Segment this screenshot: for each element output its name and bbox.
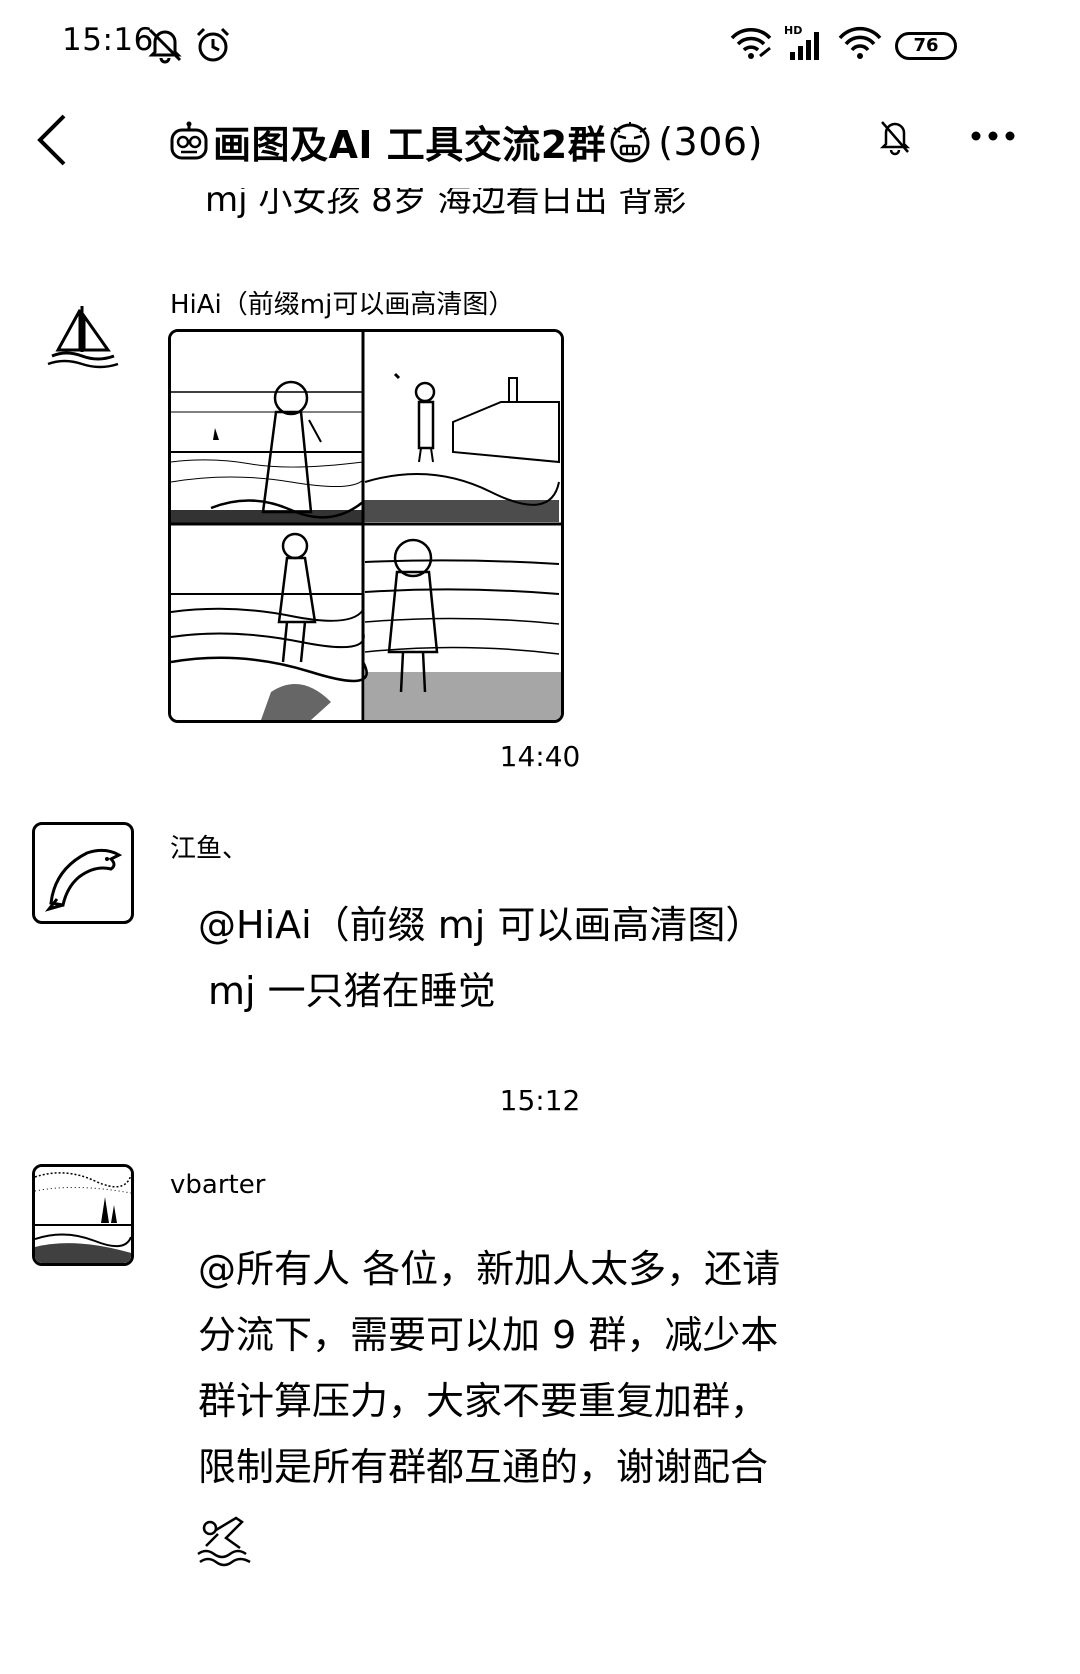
timestamp: 14:40 (499, 740, 581, 773)
hd-signal-icon (790, 32, 819, 60)
generated-image-grid (171, 332, 561, 720)
notifications-muted-icon (148, 28, 182, 64)
status-time: 15:16 (62, 22, 154, 58)
chat-title-text: 画图及AI 工具交流2群 (213, 123, 607, 167)
message-line: 限制是所有群都互通的，谢谢配合 (198, 1445, 769, 1489)
avatar[interactable] (32, 1164, 134, 1266)
image-message[interactable] (168, 329, 564, 723)
previous-message-cutoff: mj 小女孩 8岁 海边看日出 背影 (205, 188, 687, 218)
member-count: (306) (658, 119, 763, 164)
wifi-link-icon (730, 28, 772, 59)
message-line: 分流下，需要可以加 9 群，减少本 (198, 1313, 779, 1357)
landscape-photo-avatar (35, 1167, 131, 1263)
alarm-icon (196, 27, 230, 62)
wifi-icon (838, 26, 882, 59)
sailboat-logo-icon[interactable] (46, 302, 120, 374)
back-arrow-icon[interactable] (34, 112, 70, 168)
avatar[interactable] (32, 822, 134, 924)
sender-name: HiAi（前缀mj可以画高清图） (170, 290, 515, 320)
chat-title[interactable]: 画图及AI 工具交流2群 (306) (165, 114, 763, 169)
timestamp: 15:12 (499, 1084, 581, 1117)
sender-name: 江鱼、 (170, 834, 249, 864)
battery-icon: 76 (895, 32, 957, 60)
message-line: @HiAi（前缀 mj 可以画高清图） (198, 903, 764, 947)
dolphin-icon (44, 848, 123, 912)
message-line: mj 一只猪在睡觉 (208, 969, 496, 1013)
robot-emoji-icon (170, 121, 208, 159)
message-line: @所有人 各位，新加人太多，还请 (198, 1247, 781, 1291)
mute-bell-icon (879, 121, 911, 156)
sender-name: vbarter (170, 1170, 266, 1200)
more-dots-icon[interactable] (970, 130, 1016, 142)
swimmer-emoji-icon (197, 1516, 251, 1567)
grimace-emoji-icon (610, 121, 650, 162)
message-line: 群计算压力，大家不要重复加群， (198, 1379, 769, 1423)
